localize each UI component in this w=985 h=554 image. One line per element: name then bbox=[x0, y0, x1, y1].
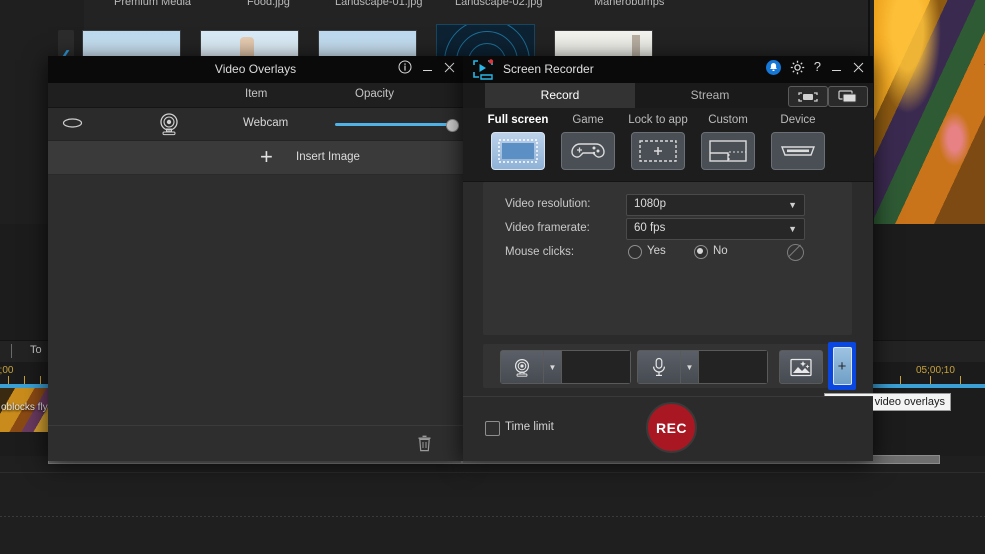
lock-to-app-icon bbox=[631, 132, 685, 170]
recorder-titlebar[interactable]: Screen Recorder ? bbox=[463, 56, 873, 83]
media-label-4: Manerobumps bbox=[594, 0, 665, 8]
mouse-clicks-radio-no[interactable] bbox=[694, 245, 708, 259]
media-label-3: Landscape-02.jpg bbox=[455, 0, 543, 8]
capture-mode-label: Full screen bbox=[487, 114, 549, 126]
close-icon[interactable] bbox=[443, 61, 456, 74]
ruler-start-timecode: 0;00 bbox=[0, 365, 14, 376]
recording-settings-panel: Video resolution: 1080p ▼ Video framerat… bbox=[483, 182, 852, 335]
time-limit-label: Time limit bbox=[505, 421, 554, 433]
chevron-down-icon[interactable]: ▼ bbox=[681, 351, 699, 383]
ruler-timecode: 05;00;10 bbox=[916, 365, 955, 376]
frame-icon bbox=[797, 91, 819, 103]
capture-mode-custom[interactable]: Custom bbox=[691, 108, 765, 170]
gear-icon[interactable] bbox=[790, 60, 805, 75]
webcam-icon[interactable] bbox=[501, 351, 544, 383]
record-button[interactable]: REC bbox=[646, 402, 697, 453]
media-label-2: Landscape-01.jpg bbox=[335, 0, 423, 8]
webcam-device-selector[interactable]: ▼ bbox=[500, 350, 631, 384]
capture-mode-device[interactable]: Device bbox=[761, 108, 835, 170]
overlays-empty-area bbox=[48, 175, 463, 425]
capture-mode-lock-to-app[interactable]: Lock to app bbox=[621, 108, 695, 170]
record-controls-area: Time limit REC bbox=[463, 396, 873, 461]
timeline-clip-label: oblocks fly bbox=[1, 402, 48, 413]
window-icon bbox=[837, 90, 859, 103]
chevron-down-icon[interactable]: ▼ bbox=[544, 351, 562, 383]
microphone-icon[interactable] bbox=[638, 351, 681, 383]
minimize-icon[interactable] bbox=[830, 61, 843, 74]
effects-button[interactable] bbox=[779, 350, 823, 384]
time-limit-checkbox[interactable] bbox=[485, 421, 500, 436]
plus-icon: + bbox=[832, 347, 852, 385]
video-resolution-select[interactable]: 1080p ▼ bbox=[626, 194, 805, 216]
video-framerate-value: 60 fps bbox=[634, 222, 666, 234]
media-label-1: Food.jpg bbox=[247, 0, 290, 8]
video-framerate-label: Video framerate: bbox=[505, 222, 590, 234]
background-bottom-panel bbox=[0, 456, 985, 554]
preview-image bbox=[874, 0, 985, 224]
overlays-column-header: Item Opacity bbox=[48, 83, 463, 108]
trash-icon[interactable] bbox=[400, 430, 448, 456]
close-icon[interactable] bbox=[852, 61, 865, 74]
chevron-down-icon: ▼ bbox=[788, 224, 797, 234]
help-icon[interactable]: ? bbox=[814, 59, 821, 75]
full-screen-icon bbox=[491, 132, 545, 170]
timeline-toolbar-label: To bbox=[30, 344, 42, 356]
no-entry-icon bbox=[787, 244, 804, 261]
overlays-titlebar[interactable]: Video Overlays bbox=[48, 56, 463, 83]
capture-mode-label: Lock to app bbox=[628, 114, 688, 126]
tab-record[interactable]: Record bbox=[485, 83, 635, 108]
video-overlays-window: Video Overlays Item Opacity Webcam + Ins… bbox=[48, 56, 495, 461]
column-header-item: Item bbox=[245, 88, 268, 100]
capture-mode-label: Custom bbox=[708, 114, 748, 126]
media-thumbnail-labels: Premium Media Food.jpg Landscape-01.jpg … bbox=[84, 0, 984, 10]
compact-view-button[interactable] bbox=[788, 86, 828, 107]
custom-region-icon bbox=[701, 132, 755, 170]
recorder-window-title: Screen Recorder bbox=[503, 62, 594, 76]
device-hdmi-icon bbox=[771, 132, 825, 170]
video-resolution-label: Video resolution: bbox=[505, 198, 591, 210]
media-label-0: Premium Media bbox=[114, 0, 192, 8]
minimize-icon[interactable] bbox=[421, 61, 434, 74]
tab-stream[interactable]: Stream bbox=[635, 83, 785, 108]
capture-mode-full-screen[interactable]: Full screen bbox=[481, 108, 555, 170]
insert-image-label: Insert Image bbox=[296, 151, 360, 163]
microphone-device-selector[interactable]: ▼ bbox=[637, 350, 768, 384]
sparkle-image-icon bbox=[790, 358, 812, 377]
screen-recorder-logo-icon bbox=[472, 59, 494, 80]
insert-image-row[interactable]: + Insert Image bbox=[48, 141, 463, 175]
microphone-device-value bbox=[699, 351, 767, 383]
timeline-clip[interactable]: oblocks fly bbox=[0, 388, 50, 435]
capture-mode-label: Game bbox=[572, 114, 604, 126]
capture-mode-game[interactable]: Game bbox=[551, 108, 625, 170]
webcam-icon bbox=[156, 112, 182, 136]
video-resolution-value: 1080p bbox=[634, 198, 666, 210]
overlay-row-webcam[interactable]: Webcam 100% bbox=[48, 108, 495, 141]
eye-icon[interactable] bbox=[60, 116, 85, 130]
window-view-button[interactable] bbox=[828, 86, 868, 107]
capture-mode-label: Device bbox=[780, 114, 816, 126]
overlay-name: Webcam bbox=[243, 117, 289, 129]
mouse-clicks-no-label: No bbox=[713, 245, 728, 257]
info-icon[interactable] bbox=[398, 60, 412, 74]
column-header-opacity: Opacity bbox=[355, 88, 394, 100]
toolbar-divider bbox=[11, 344, 12, 358]
webcam-device-value bbox=[562, 351, 630, 383]
mouse-clicks-yes-label: Yes bbox=[647, 245, 666, 257]
add-edit-video-overlays-button[interactable]: + bbox=[828, 342, 856, 390]
device-toolbar: ▼ ▼ + bbox=[483, 342, 856, 390]
mouse-clicks-radio-yes[interactable] bbox=[628, 245, 642, 259]
opacity-slider[interactable] bbox=[335, 123, 455, 126]
notification-badge[interactable] bbox=[765, 59, 781, 75]
gamepad-icon bbox=[561, 132, 615, 170]
recorder-tabbar: Record Stream bbox=[463, 83, 873, 108]
capture-mode-strip: Full screen Game Lock to app Custom Devi… bbox=[463, 108, 873, 182]
overlays-footer bbox=[48, 425, 463, 461]
plus-icon: + bbox=[260, 144, 273, 169]
chevron-down-icon: ▼ bbox=[788, 200, 797, 210]
video-framerate-select[interactable]: 60 fps ▼ bbox=[626, 218, 805, 240]
opacity-slider-knob[interactable] bbox=[446, 119, 459, 132]
mouse-clicks-label: Mouse clicks: bbox=[505, 246, 575, 258]
